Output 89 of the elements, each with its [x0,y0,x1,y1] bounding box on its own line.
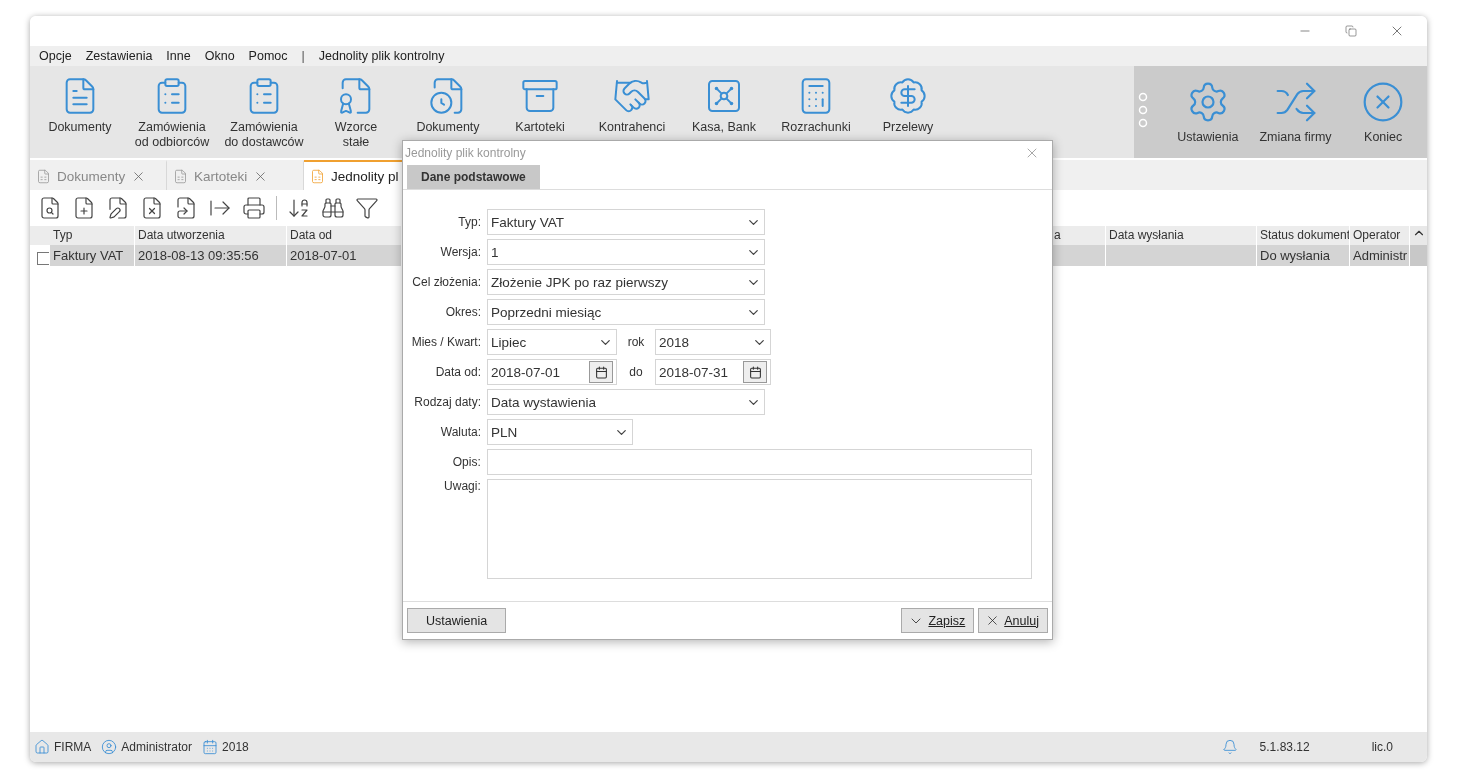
header-corner [30,226,50,245]
document-delete-icon [140,196,164,220]
license-label: lic.0 [1371,740,1393,754]
field-label: Waluta: [439,425,481,439]
column-header[interactable]: Operator [1350,226,1410,245]
menu-separator: | [301,49,305,63]
document-add-icon [72,196,96,220]
field-label: Mies / Kwart: [410,335,481,349]
calendar-button[interactable] [589,361,613,383]
column-header[interactable]: Data utworzenia [135,226,287,245]
user-icon [101,739,118,755]
ribbon-button[interactable]: Ustawienia [1164,66,1252,158]
field-label: Typ: [457,215,481,229]
field-label: Opis: [451,455,481,469]
year-label: 2018 [222,740,249,754]
column-header[interactable]: Data od [287,226,402,245]
ribbon-button[interactable]: Kontrahenci [586,66,678,158]
menu-item[interactable]: Jednolity plik kontrolny [318,49,445,63]
menu-item[interactable]: Inne [166,49,191,63]
table-cell: Administr [1350,245,1410,266]
table-cell: Do wysłania [1257,245,1350,266]
table-cell: Faktury VAT [50,245,135,266]
dropdown[interactable]: 2018 [655,329,771,355]
dropdown[interactable]: PLN [487,419,633,445]
ribbon-button[interactable]: Kasa, Bank [678,66,770,158]
document-icon [36,168,51,184]
menu-item[interactable]: Okno [204,49,235,63]
dropdown[interactable]: Faktury VAT [487,209,765,235]
date-field[interactable]: 2018-07-01 [487,359,617,385]
field-label: do [628,365,644,379]
column-header[interactable]: Data wysłania [1106,226,1257,245]
dropdown[interactable]: Złożenie JPK po raz pierwszy [487,269,765,295]
filter-icon [355,196,379,220]
company-name: FIRMA [54,740,92,754]
field-label: Uwagi: [443,479,481,493]
dialog-title: Jednolity plik kontrolny [405,146,526,160]
binoculars-icon [321,196,345,220]
column-header[interactable]: a [1051,226,1106,245]
document-icon [310,168,325,184]
date-field[interactable]: 2018-07-31 [655,359,771,385]
column-header[interactable]: Typ [50,226,135,245]
field-label: Okres: [444,305,481,319]
scrollbar-up-icon[interactable] [1410,226,1427,245]
checkbox[interactable] [37,252,49,265]
version-label: 5.1.83.12 [1259,740,1310,754]
document-link-icon [174,196,198,220]
column-header[interactable]: Status dokument [1257,226,1350,245]
field-label: Rodzaj daty: [413,395,481,409]
scrollbar-thumb[interactable] [1410,245,1427,266]
print-button[interactable] [240,194,268,222]
home-icon [34,739,50,755]
tab[interactable]: Dane podstawowe [407,165,540,189]
user-name: Administrator [121,740,193,754]
table-cell: 2018-07-01 [287,245,402,266]
field-label: Data od: [434,365,481,379]
sort-icon [287,196,311,220]
menu-item[interactable]: Pomoc [248,49,288,63]
print-icon [242,196,266,220]
field-label: rok [626,335,646,349]
dropdown[interactable]: Poprzedni miesiąc [487,299,765,325]
settings-button[interactable]: Ustawienia [407,608,507,633]
dollar-badge-icon [888,76,928,116]
calendar-icon [594,365,608,379]
menu-item[interactable]: Opcje [39,49,72,63]
restore-icon [1345,25,1357,37]
document-edit-icon [106,196,130,220]
input-field[interactable] [486,449,1032,475]
ribbon-button[interactable]: Dokumenty [34,66,126,158]
document-search-icon [38,196,62,220]
ribbon-button[interactable]: Przelewy [862,66,954,158]
dropdown[interactable]: 1 [487,239,765,265]
save-button[interactable]: Zapisz [901,608,975,633]
ribbon-button[interactable]: Rozrachunki [770,66,862,158]
calendar-icon [748,365,762,379]
dropdown[interactable]: Data wystawienia [487,389,765,415]
field-label: Wersja: [439,245,481,259]
document-icon [173,168,188,184]
ribbon-button[interactable]: Zamówienia od odbiorców [126,66,218,158]
calendar-icon [202,739,219,755]
dropdown[interactable]: Lipiec [487,329,617,355]
ribbon-button[interactable]: Koniec [1339,66,1427,158]
ribbon-button[interactable]: Wzorce stałe [310,66,402,158]
calendar-button[interactable] [743,361,767,383]
field-label: Cel złożenia: [411,275,481,289]
table-cell: 2018-08-13 09:35:56 [135,245,287,266]
ribbon-button[interactable]: Zmiana firmy [1251,66,1340,158]
menu-item[interactable]: Zestawienia [85,49,153,63]
ribbon-button[interactable]: Zamówienia do dostawców [218,66,310,158]
cancel-button[interactable]: Anuluj [978,608,1048,633]
